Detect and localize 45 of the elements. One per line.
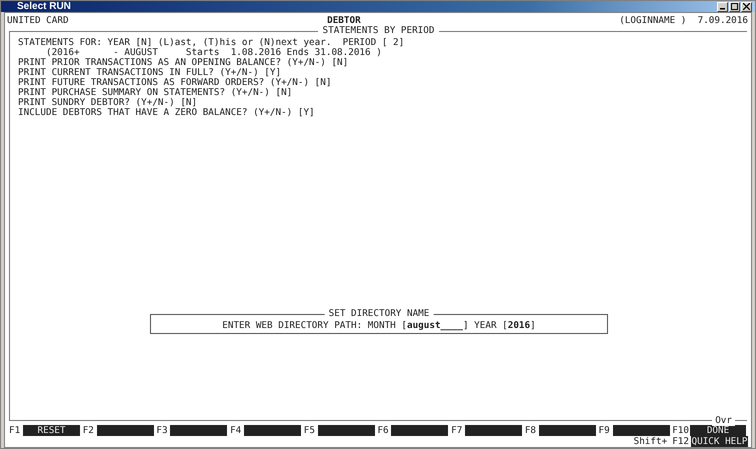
prompt-line: PRINT SUNDRY DEBTOR? (Y+/N-) [N] [18, 98, 198, 108]
key-label: F4 [230, 425, 242, 436]
maximize-icon[interactable] [729, 2, 740, 12]
key-label: F10 [672, 425, 688, 436]
key-label: F9 [598, 425, 610, 436]
help-button[interactable]: QUICK HELP [691, 436, 748, 447]
function-key-button[interactable] [612, 425, 670, 436]
function-key-button[interactable]: DONE [690, 425, 746, 436]
company-name: UNITED CARD [7, 15, 69, 26]
close-icon[interactable] [741, 2, 752, 12]
prompt-line: STATEMENTS FOR: YEAR [N] (L)ast, (T)his or (N)next year. PERIOD [ 2] [18, 38, 406, 48]
prompt-line: (2016+ - AUGUST Starts 1.08.2016 Ends 31.08.2016 ) [44, 48, 383, 58]
year-field[interactable]: 2016 [508, 320, 530, 333]
function-key-button[interactable] [170, 425, 228, 436]
function-key-button[interactable] [96, 425, 154, 436]
minimize-icon[interactable] [717, 2, 728, 12]
path-label: ENTER WEB DIRECTORY PATH: MONTH [ [222, 320, 407, 333]
user-date: (LOGINNAME ) 7.09.2016 [619, 15, 748, 26]
dialog-title: SET DIRECTORY NAME [324, 308, 434, 319]
function-key-button[interactable] [244, 425, 302, 436]
prompt-line: PRINT CURRENT TRANSACTIONS IN FULL? (Y+/N-) [Y] [18, 68, 282, 78]
bracket: ] [530, 320, 536, 333]
key-label: F7 [451, 425, 464, 436]
year-label: ] YEAR [ [462, 320, 508, 333]
function-key-button[interactable] [538, 425, 596, 436]
key-label: F2 [82, 425, 95, 436]
function-key-button[interactable] [465, 425, 522, 436]
key-label: F3 [156, 425, 168, 436]
prompt-line: PRINT PRIOR TRANSACTIONS AS AN OPENING BALANCE? (Y+/N-) [N] [18, 58, 350, 68]
screen-title: DEBTOR [327, 15, 361, 26]
window-title: Select RUN [17, 1, 71, 12]
month-field[interactable]: august____ [406, 320, 463, 333]
function-key-button[interactable] [391, 425, 448, 436]
key-label: F5 [304, 425, 316, 436]
key-label: F1 [9, 425, 21, 436]
key-label: F8 [524, 425, 537, 436]
modifier-label: Shift+ [634, 436, 668, 447]
key-label: F12 [672, 436, 689, 447]
prompt-line: PRINT PURCHASE SUMMARY ON STATEMENTS? (Y+/N-) [N] [18, 88, 294, 98]
key-label: F6 [377, 425, 390, 436]
prompt-line: INCLUDE DEBTORS THAT HAVE A ZERO BALANCE? (Y+/N-) [Y] [18, 108, 316, 118]
function-key-button[interactable]: RESET [23, 425, 80, 436]
mode-indicator: Ovr [712, 415, 735, 426]
prompt-line: PRINT FUTURE TRANSACTIONS AS FORWARD ORDERS? (Y+/N-) [N] [18, 78, 332, 88]
function-key-button[interactable] [318, 425, 375, 436]
